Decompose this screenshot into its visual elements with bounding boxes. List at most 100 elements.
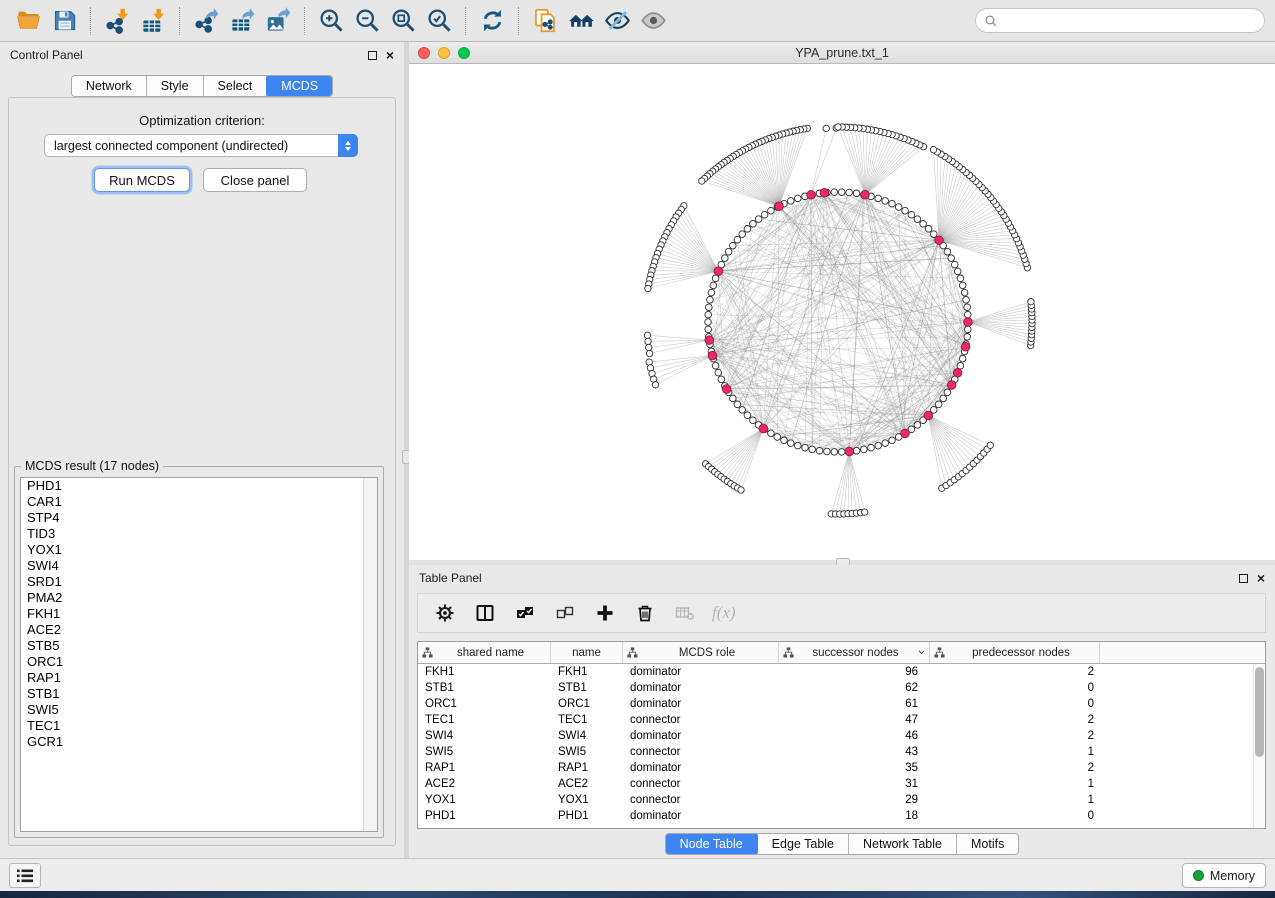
table-row[interactable]: YOX1YOX1connector291 xyxy=(418,792,1253,808)
cell-predecessor_nodes[interactable]: 0 xyxy=(930,696,1100,712)
network-node[interactable] xyxy=(738,487,744,493)
show-columns-icon[interactable] xyxy=(470,598,500,628)
cell-name[interactable]: ORC1 xyxy=(551,696,623,712)
select-all-icon[interactable] xyxy=(510,598,540,628)
cell-successor_nodes[interactable]: 35 xyxy=(779,760,930,776)
network-node[interactable] xyxy=(795,195,802,202)
cell-predecessor_nodes[interactable]: 2 xyxy=(930,664,1100,680)
cell-successor_nodes[interactable]: 29 xyxy=(779,792,930,808)
network-node[interactable] xyxy=(951,261,958,268)
table-row[interactable]: SWI5SWI5connector431 xyxy=(418,744,1253,760)
cell-mcds_role[interactable]: dominator xyxy=(623,664,779,680)
cell-mcds_role[interactable]: dominator xyxy=(623,728,779,744)
network-node[interactable] xyxy=(722,255,729,262)
network-node[interactable] xyxy=(908,211,915,218)
tab-select[interactable]: Select xyxy=(204,76,268,96)
network-node[interactable] xyxy=(707,297,714,304)
network-node[interactable] xyxy=(853,447,860,454)
network-node[interactable] xyxy=(831,189,838,196)
cell-mcds_role[interactable]: connector xyxy=(623,712,779,728)
column-header-shared_name[interactable]: shared name xyxy=(418,642,551,663)
network-node[interactable] xyxy=(925,226,932,233)
zoom-out-icon[interactable] xyxy=(349,4,385,38)
column-header-name[interactable]: name xyxy=(551,642,623,663)
network-node[interactable] xyxy=(961,289,968,296)
network-node[interactable] xyxy=(644,332,650,338)
network-dominator-node[interactable] xyxy=(901,429,910,438)
cell-predecessor_nodes[interactable]: 2 xyxy=(930,712,1100,728)
network-node[interactable] xyxy=(1028,299,1034,305)
network-node[interactable] xyxy=(987,442,993,448)
table-row[interactable]: ORC1ORC1dominator610 xyxy=(418,696,1253,712)
network-node[interactable] xyxy=(645,285,651,291)
table-scrollbar[interactable] xyxy=(1253,664,1265,828)
mcds-result-item[interactable]: RAP1 xyxy=(21,670,377,686)
network-node[interactable] xyxy=(824,448,831,455)
network-node[interactable] xyxy=(706,304,713,311)
cell-predecessor_nodes[interactable]: 1 xyxy=(930,792,1100,808)
tab-network-table[interactable]: Network Table xyxy=(849,834,957,854)
network-dominator-node[interactable] xyxy=(845,447,854,456)
network-dominator-node[interactable] xyxy=(953,369,962,378)
network-node[interactable] xyxy=(768,430,775,437)
zoom-in-icon[interactable] xyxy=(313,4,349,38)
table-row[interactable]: RAP1RAP1dominator352 xyxy=(418,760,1253,776)
network-dominator-node[interactable] xyxy=(820,188,829,197)
network-node[interactable] xyxy=(831,449,838,456)
network-titlebar[interactable]: YPA_prune.txt_1 xyxy=(409,42,1275,64)
cell-name[interactable]: STB1 xyxy=(551,680,623,696)
network-node[interactable] xyxy=(959,355,966,362)
column-header-mcds_role[interactable]: MCDS role xyxy=(623,642,779,663)
mcds-result-item[interactable]: STP4 xyxy=(21,510,377,526)
network-node[interactable] xyxy=(646,350,652,356)
cell-successor_nodes[interactable]: 62 xyxy=(779,680,930,696)
tab-network[interactable]: Network xyxy=(72,76,147,96)
cell-predecessor_nodes[interactable]: 0 xyxy=(930,680,1100,696)
network-node[interactable] xyxy=(755,216,762,223)
network-node[interactable] xyxy=(795,442,802,449)
network-node[interactable] xyxy=(646,359,652,365)
export-table-icon[interactable] xyxy=(224,4,260,38)
cell-mcds_role[interactable]: dominator xyxy=(623,760,779,776)
network-node[interactable] xyxy=(931,231,938,238)
table-row[interactable]: ACE2ACE2connector311 xyxy=(418,776,1253,792)
cell-predecessor_nodes[interactable]: 1 xyxy=(930,776,1100,792)
close-panel-icon[interactable]: × xyxy=(386,50,394,60)
network-dominator-node[interactable] xyxy=(807,191,816,200)
cell-shared_name[interactable]: ORC1 xyxy=(418,696,551,712)
network-dominator-node[interactable] xyxy=(947,381,956,390)
cell-shared_name[interactable]: PHD1 xyxy=(418,808,551,824)
search-input[interactable] xyxy=(1004,14,1256,28)
network-dominator-node[interactable] xyxy=(759,424,768,433)
clone-network-icon[interactable] xyxy=(527,4,563,38)
cell-mcds_role[interactable]: dominator xyxy=(623,680,779,696)
show-all-eye-icon[interactable] xyxy=(635,4,671,38)
network-node[interactable] xyxy=(705,319,712,326)
network-node[interactable] xyxy=(761,211,768,218)
import-network-icon[interactable] xyxy=(99,4,135,38)
mcds-result-item[interactable]: GCR1 xyxy=(21,734,377,750)
cell-name[interactable]: PHD1 xyxy=(551,808,623,824)
network-node[interactable] xyxy=(838,189,845,196)
tab-mcds[interactable]: MCDS xyxy=(266,75,333,97)
cell-shared_name[interactable]: YOX1 xyxy=(418,792,551,808)
zoom-selected-icon[interactable] xyxy=(421,4,457,38)
network-node[interactable] xyxy=(645,338,651,344)
cell-predecessor_nodes[interactable]: 0 xyxy=(930,808,1100,824)
network-node[interactable] xyxy=(781,437,788,444)
cell-shared_name[interactable]: FKH1 xyxy=(418,664,551,680)
network-node[interactable] xyxy=(965,311,972,318)
add-column-icon[interactable] xyxy=(590,598,620,628)
cell-predecessor_nodes[interactable]: 2 xyxy=(930,728,1100,744)
export-network-icon[interactable] xyxy=(188,4,224,38)
cell-name[interactable]: FKH1 xyxy=(551,664,623,680)
cell-mcds_role[interactable]: connector xyxy=(623,792,779,808)
table-row[interactable]: STB1STB1dominator620 xyxy=(418,680,1253,696)
mcds-result-item[interactable]: CAR1 xyxy=(21,494,377,510)
network-node[interactable] xyxy=(964,304,971,311)
network-node[interactable] xyxy=(838,449,845,456)
refresh-icon[interactable] xyxy=(474,4,510,38)
cell-shared_name[interactable]: SWI5 xyxy=(418,744,551,760)
network-node[interactable] xyxy=(739,231,746,238)
first-neighbors-icon[interactable] xyxy=(563,4,599,38)
